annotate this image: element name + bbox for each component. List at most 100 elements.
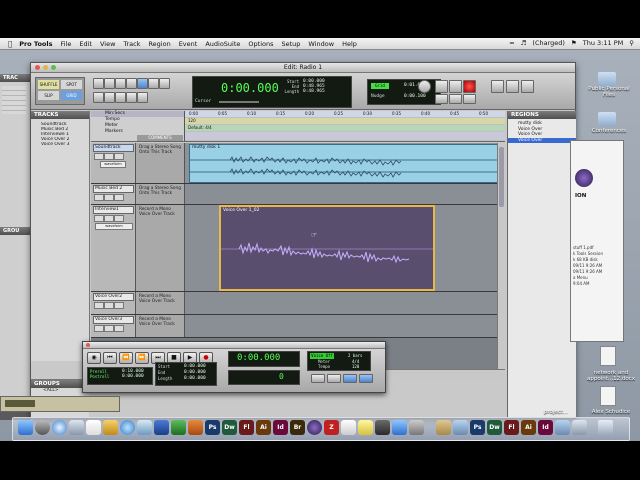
minimize-icon[interactable]	[43, 65, 48, 70]
record-enable-button[interactable]	[94, 153, 104, 160]
wait-for-note-button[interactable]	[311, 374, 325, 383]
pencil-tool-icon[interactable]	[159, 78, 170, 89]
dock-photos-icon[interactable]	[103, 420, 118, 435]
desktop-item-label[interactable]: Conferences	[584, 128, 634, 134]
track-comment[interactable]: Record a Mono Voice Over Track	[136, 205, 185, 291]
vertical-scrollbar[interactable]	[497, 143, 506, 369]
smart-tool-icon[interactable]	[137, 78, 148, 89]
dock-powerpoint-icon[interactable]	[188, 420, 203, 435]
close-icon[interactable]	[35, 65, 40, 70]
dock-ical-icon[interactable]	[86, 420, 101, 435]
rewind-button[interactable]: ⏪	[119, 352, 133, 364]
track-playlist[interactable]	[185, 292, 505, 314]
document-icon[interactable]	[600, 386, 616, 406]
track-view-selector[interactable]: waveform	[95, 223, 133, 230]
tempo-value[interactable]: 120	[352, 364, 359, 369]
mode-slip[interactable]: SLIP	[38, 91, 59, 100]
dock-system-icon[interactable]	[375, 420, 390, 435]
record-enable-button[interactable]	[94, 325, 104, 332]
online-icon[interactable]	[418, 80, 431, 93]
region-list-item-selected[interactable]: Voice Over	[508, 137, 576, 143]
dock-documents-folder-icon[interactable]	[436, 420, 451, 435]
scrollbar-thumb[interactable]	[499, 147, 504, 207]
solo-button[interactable]	[104, 153, 114, 160]
grid-label[interactable]: Grid	[371, 83, 389, 89]
folder-icon[interactable]	[598, 72, 616, 86]
conductor-button[interactable]	[343, 374, 357, 383]
wifi-icon[interactable]: ≈	[509, 39, 514, 47]
fast-forward-button[interactable]: ⏩	[135, 352, 149, 364]
track-name[interactable]: Music Bed 2	[93, 185, 134, 193]
meter-change-button[interactable]	[359, 374, 373, 383]
track-name[interactable]: Voice Over2	[93, 293, 134, 301]
track-name[interactable]: Voice Over3	[93, 316, 134, 324]
sel-length[interactable]: 0:48.965	[303, 89, 325, 94]
track-name[interactable]: Interview1	[93, 206, 134, 214]
dock-excel-icon[interactable]	[171, 420, 186, 435]
track-view-selector[interactable]: waveform	[100, 161, 126, 168]
dock-preview-icon[interactable]	[137, 420, 152, 435]
menu-view[interactable]: View	[100, 40, 115, 48]
clock[interactable]: Thu 3:11 PM	[583, 39, 623, 47]
dock-ps-doc-icon[interactable]: Ps	[470, 420, 485, 435]
group-all[interactable]: <ALL>	[31, 388, 89, 393]
min-secs-ruler[interactable]: 0:00 0:05 0:10 0:15 0:20 0:25 0:30 0:35 …	[185, 111, 505, 117]
regions-header[interactable]: REGIONS	[508, 111, 576, 119]
tracks-header[interactable]: TRACKS	[31, 111, 89, 119]
menu-options[interactable]: Options	[248, 40, 273, 48]
dock-folder-icon[interactable]	[555, 420, 570, 435]
dock-downloads-folder-icon[interactable]	[453, 420, 468, 435]
zoom-out-icon[interactable]	[93, 92, 104, 103]
metronome-button[interactable]	[327, 374, 341, 383]
flag-icon[interactable]: ⚑	[571, 39, 577, 47]
dock-word-icon[interactable]	[154, 420, 169, 435]
dock-br-icon[interactable]: Br	[290, 420, 305, 435]
track-playlist[interactable]	[185, 315, 505, 337]
mute-button[interactable]	[114, 194, 124, 201]
record-enable-button[interactable]	[94, 194, 104, 201]
count-off-bars[interactable]: 2 bars	[348, 353, 362, 358]
mute-button[interactable]	[114, 215, 124, 222]
minimized-transport-strip[interactable]	[0, 396, 120, 412]
apple-icon[interactable]: 	[8, 40, 12, 48]
solo-button[interactable]	[104, 302, 114, 309]
zoom-tool-icon[interactable]	[93, 78, 104, 89]
tempo-ruler[interactable]: 120	[185, 118, 505, 124]
zoom-in-icon[interactable]	[104, 92, 115, 103]
menu-region[interactable]: Region	[148, 40, 170, 48]
dock-itunes-icon[interactable]	[120, 420, 135, 435]
solo-button[interactable]	[104, 194, 114, 201]
transport-titlebar[interactable]	[83, 342, 385, 349]
track-name[interactable]: Soundtrack	[93, 144, 134, 152]
return-to-zero-button[interactable]: ⏮	[103, 352, 117, 364]
menu-window[interactable]: Window	[308, 40, 334, 48]
menu-edit[interactable]: Edit	[79, 40, 92, 48]
toolbar-loop-icon[interactable]	[491, 80, 504, 93]
menu-event[interactable]: Event	[179, 40, 198, 48]
volume-icon[interactable]: ♬	[521, 39, 527, 47]
dock-id-icon[interactable]: Id	[273, 420, 288, 435]
track-comment[interactable]: Drag a Stereo Song Onto This Track	[136, 184, 185, 204]
midi-controls-display[interactable]: Voice Off 2 bars Meter 4/4 Tempo 120	[307, 351, 371, 371]
main-counter-display[interactable]: 0:00.000 Start End Length 0:00.000 0:48.…	[192, 76, 352, 108]
transport-length[interactable]: 0:00.000	[184, 376, 206, 382]
dock-notes-icon[interactable]	[358, 420, 373, 435]
pre-post-roll-display[interactable]: Preroll Postroll 0:10.000 0:00.000	[87, 367, 153, 385]
toolbar-end-icon[interactable]	[463, 94, 476, 104]
scrubber-tool-icon[interactable]	[148, 78, 159, 89]
mode-spot[interactable]: SPOT	[61, 80, 82, 89]
desktop-item-label[interactable]: network and appoint...12.docx	[584, 370, 638, 382]
track-comment[interactable]: Record a Mono Voice Over Track	[136, 315, 185, 337]
solo-button[interactable]	[104, 325, 114, 332]
track-comment[interactable]: Drag a Stereo Song Onto This Track	[136, 143, 185, 183]
dock-trash-icon[interactable]	[598, 420, 613, 435]
dock-stack-icon[interactable]	[572, 420, 587, 435]
mute-button[interactable]	[114, 153, 124, 160]
postroll-value[interactable]: 0:00.000	[122, 374, 144, 379]
tempo-marker[interactable]: 120	[188, 118, 196, 124]
dock-filezilla-icon[interactable]: Z	[324, 420, 339, 435]
online-button[interactable]: ◉	[87, 352, 101, 364]
menu-audiosuite[interactable]: AudioSuite	[205, 40, 240, 48]
dock-fl-icon[interactable]: Fl	[239, 420, 254, 435]
track-playlist[interactable]: Voice Over 1_02 ☞	[185, 205, 505, 291]
